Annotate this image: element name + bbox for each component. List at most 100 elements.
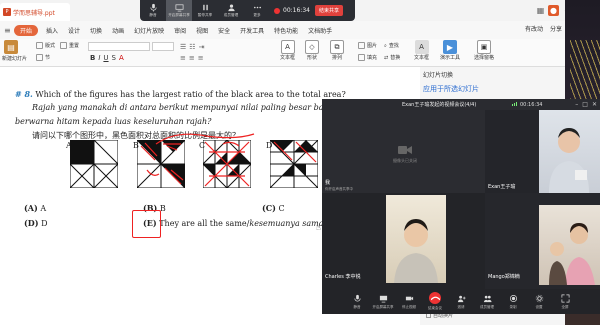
end-share-button[interactable]: 结束共享 — [314, 5, 343, 16]
meeting-share-screen-button[interactable]: 开启屏幕共享 — [370, 289, 396, 314]
member-icon — [227, 4, 235, 12]
select-pane-icon: ▣ — [477, 40, 491, 54]
share-bar-more-button[interactable]: 更多 — [244, 0, 270, 21]
tab-animation[interactable]: 动画 — [107, 26, 129, 35]
meeting-stop-video-button[interactable]: 停止视频 — [396, 289, 422, 314]
italic-button[interactable]: I — [98, 54, 100, 62]
participant-tile-me[interactable]: 摄像头已关闭 我 你开启声音共享中 — [322, 110, 485, 193]
share-link[interactable]: 分享 — [550, 24, 562, 33]
ribbon-tabs: ≡ 开始 插入 设计 切换 动画 幻灯片放映 审阅 视图 安全 开发工具 特色功… — [0, 21, 600, 39]
font-color-button[interactable]: A — [119, 54, 124, 62]
menu-icon[interactable]: ≡ — [4, 26, 14, 35]
new-slide-label: 新建幻灯片 — [2, 56, 28, 62]
textbox2-button[interactable]: A 文本框 — [414, 40, 429, 61]
participant-tile-mango[interactable]: Mango郑锦楠 — [485, 193, 600, 289]
participant-name-exan: Exan王子瑜 — [488, 184, 516, 190]
tab-start[interactable]: 开始 — [14, 24, 39, 36]
layout-button[interactable]: 版式 — [36, 42, 55, 49]
align-center-icon[interactable]: ≡ — [189, 54, 195, 62]
option-a: (A) A — [24, 203, 46, 213]
option-c-text: C — [278, 204, 285, 213]
font-size-select[interactable] — [152, 42, 174, 51]
meeting-invite-button[interactable]: 邀请 — [448, 289, 474, 314]
figure-a — [70, 140, 118, 188]
shape-icon: ◇ — [305, 40, 319, 54]
ink-annotation — [155, 133, 255, 145]
mic-icon — [353, 294, 361, 301]
align-left-icon[interactable]: ≡ — [180, 54, 186, 62]
camera-off-label: 摄像头已关闭 — [393, 158, 417, 163]
meeting-mute-button[interactable]: 静音 — [344, 289, 370, 314]
meeting-invite-label: 邀请 — [457, 304, 465, 309]
share-bar-members-button[interactable]: 成员管理 — [218, 0, 244, 21]
option-e: (E) They are all the same/kesemuanya sam… — [143, 218, 334, 229]
changes-indicator[interactable]: 有改动 — [525, 24, 543, 33]
shape-button[interactable]: ◇ 形状 — [305, 40, 319, 61]
picture-icon — [358, 42, 365, 49]
meeting-maximize-icon[interactable]: □ — [582, 101, 588, 108]
tab-view[interactable]: 视图 — [191, 26, 213, 35]
strike-button[interactable]: S — [112, 54, 116, 62]
question-malay-line2: berwarna hitam kepada luas keseluruhan r… — [15, 117, 212, 126]
find-label: 查找 — [388, 43, 399, 49]
tab-design[interactable]: 设计 — [63, 26, 85, 35]
tab-transition[interactable]: 切换 — [85, 26, 107, 35]
participant-tile-charles[interactable]: Charles 李中锐 — [322, 193, 485, 289]
select-pane-button[interactable]: ▣ 选择窗格 — [474, 40, 494, 61]
paste-button[interactable]: ▤ — [4, 40, 18, 54]
tab-slideshow[interactable]: 幻灯片放映 — [129, 26, 169, 35]
fill-button[interactable]: 填充 — [358, 54, 377, 61]
bullets-icon[interactable]: ☰ — [180, 43, 186, 51]
align-right-icon[interactable]: ≡ — [198, 54, 204, 62]
meeting-fullscreen-button[interactable]: 全屏 — [552, 289, 578, 314]
tab-insert[interactable]: 插入 — [41, 26, 63, 35]
grid-icon[interactable]: ▦ — [535, 5, 546, 16]
reset-icon — [60, 42, 67, 49]
tab-review[interactable]: 审阅 — [169, 26, 191, 35]
recording-dot-icon — [274, 7, 280, 14]
share-bar-mute-button[interactable]: 静音 — [140, 0, 166, 21]
video-feed-charles — [386, 195, 446, 283]
reset-button[interactable]: 重置 — [60, 42, 79, 49]
arrange-button[interactable]: ⧉ 排列 — [330, 40, 344, 61]
arrange-icon: ⧉ — [330, 40, 344, 54]
apply-to-selected-link[interactable]: 应用于所选幻灯片 — [423, 84, 479, 94]
avatar-icon[interactable]: ● — [548, 5, 559, 16]
option-d-text: D — [41, 219, 48, 228]
layout-icon — [483, 295, 492, 302]
replace-button[interactable]: ⇄ 替换 — [384, 54, 400, 62]
picture-button[interactable]: 图片 — [358, 42, 377, 49]
camera-off-placeholder: 摄像头已关闭 — [393, 145, 417, 164]
section-button[interactable]: 节 — [36, 54, 50, 61]
meeting-record-button[interactable]: 录制 — [500, 289, 526, 314]
tab-features[interactable]: 特色功能 — [269, 26, 303, 35]
bold-button[interactable]: B — [90, 54, 95, 62]
share-bar-pause-button[interactable]: 暂停共享 — [192, 0, 218, 21]
option-c: (C) C — [262, 203, 285, 213]
meeting-close-icon[interactable]: ✕ — [592, 101, 597, 108]
meeting-end-button[interactable]: 结束会议 — [422, 289, 448, 314]
tab-doc-assistant[interactable]: 文档助手 — [303, 26, 337, 35]
indent-icon[interactable]: ⇥ — [199, 43, 205, 51]
meeting-minimize-icon[interactable]: – — [575, 101, 578, 108]
play-icon: ▶ — [443, 40, 457, 54]
font-name-select[interactable] — [88, 42, 150, 51]
numbering-icon[interactable]: ☷ — [189, 43, 195, 51]
meeting-members-button[interactable]: 成员管理 — [474, 289, 500, 314]
participant-tile-exan[interactable]: Exan王子瑜 — [485, 110, 600, 193]
camera-off-icon — [398, 146, 412, 154]
option-e-text-italic: kesemuanya sama — [249, 219, 324, 228]
new-slide-button[interactable]: 新建幻灯片 — [2, 55, 27, 62]
slide-canvas[interactable]: # 8. Which of the figures has the larges… — [0, 67, 358, 325]
tab-developer[interactable]: 开发工具 — [235, 26, 269, 35]
share-bar-share-button[interactable]: 开启屏幕共享 — [166, 0, 192, 21]
play-tools-button[interactable]: ▶ 演示工具 — [440, 40, 460, 61]
tab-security[interactable]: 安全 — [213, 26, 235, 35]
find-button[interactable]: ⌕ 查找 — [384, 42, 399, 50]
meeting-settings-button[interactable]: 设置 — [526, 289, 552, 314]
textbox-button[interactable]: A 文本框 — [280, 40, 295, 61]
document-tab[interactable]: P 学而思辅导.ppt — [0, 3, 70, 21]
select-pane-label: 选择窗格 — [474, 55, 495, 61]
person-mango-icon — [549, 223, 595, 285]
underline-button[interactable]: U — [103, 54, 108, 62]
